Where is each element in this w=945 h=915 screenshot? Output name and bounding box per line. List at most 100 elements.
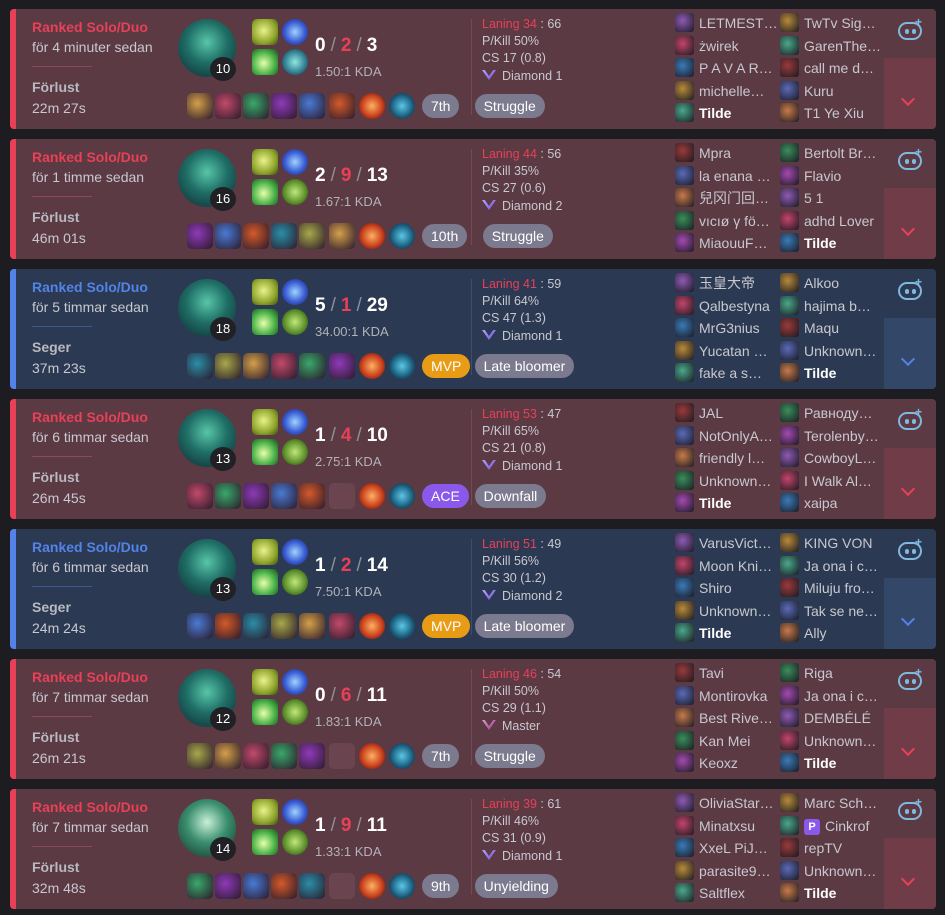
participant[interactable]: Unknown… xyxy=(780,730,876,752)
participant[interactable]: Montirovka xyxy=(675,685,767,707)
participant[interactable]: hajima b… xyxy=(780,295,871,317)
participant[interactable]: Qalbestyna xyxy=(675,295,770,317)
participant[interactable]: XxeL PiJ… xyxy=(675,837,768,859)
participant[interactable]: GarenThe… xyxy=(780,35,881,57)
participant[interactable]: żwirek xyxy=(675,35,739,57)
item-icon[interactable] xyxy=(187,223,213,249)
participant[interactable]: Unknown… xyxy=(780,860,876,882)
participant[interactable]: Tavi xyxy=(675,662,724,684)
participant[interactable]: Unknown… xyxy=(675,600,771,622)
item-icon[interactable] xyxy=(187,353,213,379)
item-icon[interactable] xyxy=(389,483,415,509)
participant[interactable]: la enana … xyxy=(675,165,771,187)
item-icon[interactable] xyxy=(271,743,297,769)
ai-assistant-button[interactable]: + xyxy=(884,659,936,708)
participant[interactable]: Unknown… xyxy=(675,470,771,492)
participant[interactable]: Kan Mei xyxy=(675,730,750,752)
match-card[interactable]: Ranked Solo/Duo för 6 timmar sedan Seger 24… xyxy=(10,529,936,649)
ai-assistant-button[interactable]: + xyxy=(884,399,936,448)
participant[interactable]: michelle… xyxy=(675,80,764,102)
participant[interactable]: Bertolt Br… xyxy=(780,142,876,164)
participant[interactable]: DEMBÉLÉ xyxy=(780,707,871,729)
match-card[interactable]: Ranked Solo/Duo för 7 timmar sedan Förlust… xyxy=(10,789,936,909)
item-icon[interactable] xyxy=(299,873,325,899)
participant[interactable]: Ja ona i c… xyxy=(780,685,878,707)
item-icon[interactable] xyxy=(243,613,269,639)
participant[interactable]: Minatxsu xyxy=(675,815,755,837)
match-card[interactable]: Ranked Solo/Duo för 7 timmar sedan Förlust… xyxy=(10,659,936,779)
participant[interactable]: Tilde xyxy=(780,882,836,904)
participant[interactable]: Tak se ne… xyxy=(780,600,878,622)
item-icon[interactable] xyxy=(299,223,325,249)
participant[interactable]: Равноду… xyxy=(780,402,872,424)
item-icon[interactable] xyxy=(243,743,269,769)
participant[interactable]: T1 Ye Xiu xyxy=(780,102,864,124)
participant[interactable]: fake a s… xyxy=(675,362,762,384)
item-icon[interactable] xyxy=(271,483,297,509)
item-icon[interactable] xyxy=(215,873,241,899)
ai-assistant-button[interactable]: + xyxy=(884,789,936,838)
participant[interactable]: Flavio xyxy=(780,165,841,187)
participant[interactable]: 玉皇大帝 xyxy=(675,272,755,294)
participant[interactable]: Terolenby… xyxy=(780,425,879,447)
expand-details-button[interactable] xyxy=(884,448,936,519)
participant[interactable]: Miluju fro… xyxy=(780,577,875,599)
participant[interactable]: Marc Sch… xyxy=(780,792,877,814)
participant[interactable]: Ally xyxy=(780,622,827,644)
item-icon[interactable] xyxy=(271,353,297,379)
item-icon[interactable] xyxy=(187,483,213,509)
participant[interactable]: Keoxz xyxy=(675,752,738,774)
participant[interactable]: Kuru xyxy=(780,80,834,102)
item-icon[interactable] xyxy=(389,223,415,249)
item-icon[interactable] xyxy=(243,93,269,119)
item-icon[interactable] xyxy=(215,613,241,639)
participant[interactable]: friendly l… xyxy=(675,447,765,469)
item-icon[interactable] xyxy=(359,93,385,119)
match-card[interactable]: Ranked Solo/Duo för 1 timme sedan Förlust 4… xyxy=(10,139,936,259)
item-icon[interactable] xyxy=(359,223,385,249)
participant[interactable]: P Cinkrof xyxy=(780,815,869,837)
participant[interactable]: 兒冈门回… xyxy=(675,187,769,209)
item-icon[interactable] xyxy=(215,483,241,509)
item-icon[interactable] xyxy=(187,93,213,119)
participant[interactable]: TwTv Sig… xyxy=(780,12,876,34)
item-icon[interactable] xyxy=(329,93,355,119)
participant[interactable]: JAL xyxy=(675,402,723,424)
item-icon[interactable] xyxy=(299,93,325,119)
item-icon[interactable] xyxy=(299,613,325,639)
item-icon[interactable] xyxy=(359,743,385,769)
participant[interactable]: adhd Lover xyxy=(780,210,874,232)
ai-assistant-button[interactable]: + xyxy=(884,529,936,578)
participant[interactable]: xaipa xyxy=(780,492,837,514)
item-icon[interactable] xyxy=(215,93,241,119)
item-icon[interactable] xyxy=(215,743,241,769)
item-icon[interactable] xyxy=(299,483,325,509)
participant[interactable]: Unknown… xyxy=(780,340,876,362)
item-icon[interactable] xyxy=(359,873,385,899)
participant[interactable]: Tilde xyxy=(675,622,731,644)
participant[interactable]: Riga xyxy=(780,662,833,684)
participant[interactable]: Ja ona i c… xyxy=(780,555,878,577)
expand-details-button[interactable] xyxy=(884,578,936,649)
match-card[interactable]: Ranked Solo/Duo för 6 timmar sedan Förlust… xyxy=(10,399,936,519)
item-icon[interactable] xyxy=(271,93,297,119)
item-icon[interactable] xyxy=(187,613,213,639)
ai-assistant-button[interactable]: + xyxy=(884,9,936,58)
participant[interactable]: Tilde xyxy=(780,752,836,774)
item-icon[interactable] xyxy=(215,223,241,249)
participant[interactable]: P A V A R… xyxy=(675,57,773,79)
ai-assistant-button[interactable]: + xyxy=(884,139,936,188)
expand-details-button[interactable] xyxy=(884,58,936,129)
participant[interactable]: Tilde xyxy=(675,492,731,514)
item-icon[interactable] xyxy=(389,873,415,899)
item-icon[interactable] xyxy=(271,223,297,249)
participant[interactable]: vıcıø γ fö… xyxy=(675,210,770,232)
participant[interactable]: CowboyL… xyxy=(780,447,876,469)
participant[interactable]: VarusVict… xyxy=(675,532,772,554)
expand-details-button[interactable] xyxy=(884,838,936,909)
participant[interactable]: Best Rive… xyxy=(675,707,773,729)
item-icon[interactable] xyxy=(243,353,269,379)
participant[interactable]: repTV xyxy=(780,837,842,859)
participant[interactable]: Yucatan … xyxy=(675,340,768,362)
item-icon[interactable] xyxy=(243,873,269,899)
